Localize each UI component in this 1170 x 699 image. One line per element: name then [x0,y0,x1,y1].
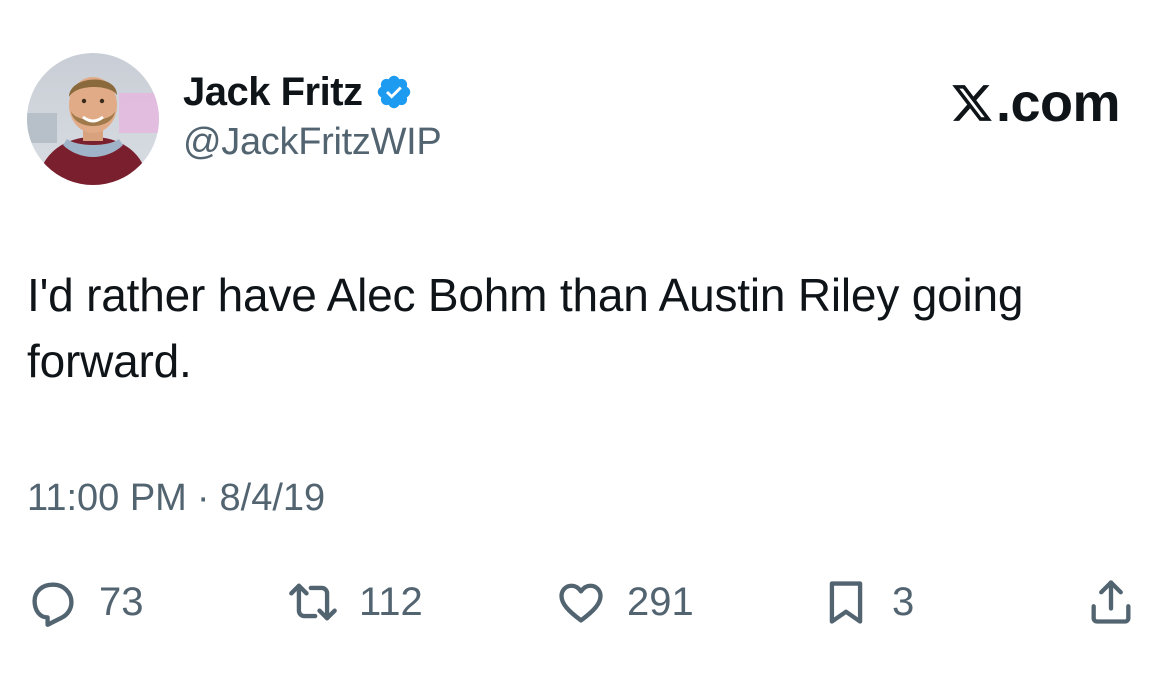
brand-label: .com [995,73,1121,133]
author-handle[interactable]: @JackFritzWIP [183,121,442,164]
retweet-icon [289,583,337,621]
reply-count: 73 [99,579,144,624]
action-bar: 73 112 291 3 [0,572,1170,632]
heart-icon [559,583,603,623]
share-button[interactable] [1085,572,1137,632]
avatar-photo [27,53,159,185]
retweet-button[interactable]: 112 [287,572,423,632]
bookmark-button[interactable]: 3 [820,572,914,632]
x-logo-icon [952,85,992,121]
verified-badge-icon [375,73,413,111]
author-name-row[interactable]: Jack Fritz [183,66,413,118]
share-icon [1091,580,1131,624]
reply-button[interactable]: 73 [27,572,144,632]
bookmark-icon [829,581,863,624]
tweet-text: I'd rather have Alec Bohm than Austin Ri… [27,269,1024,387]
meta-separator: · [196,477,210,519]
tweet-date[interactable]: 8/4/19 [220,477,326,520]
tweet-timestamp[interactable]: 11:00 PM · 8/4/19 [27,477,325,520]
brand-logo: .com [950,72,1121,134]
tweet-time[interactable]: 11:00 PM [27,477,187,520]
retweet-count: 112 [359,579,423,624]
tweet-card: Jack Fritz @JackFritzWIP .com I'd rather… [0,0,1170,699]
author-display-name[interactable]: Jack Fritz [183,70,363,115]
avatar[interactable] [27,53,159,185]
bookmark-count: 3 [892,579,915,624]
like-button[interactable]: 291 [555,572,694,632]
reply-icon [32,582,74,627]
like-count: 291 [627,579,694,624]
